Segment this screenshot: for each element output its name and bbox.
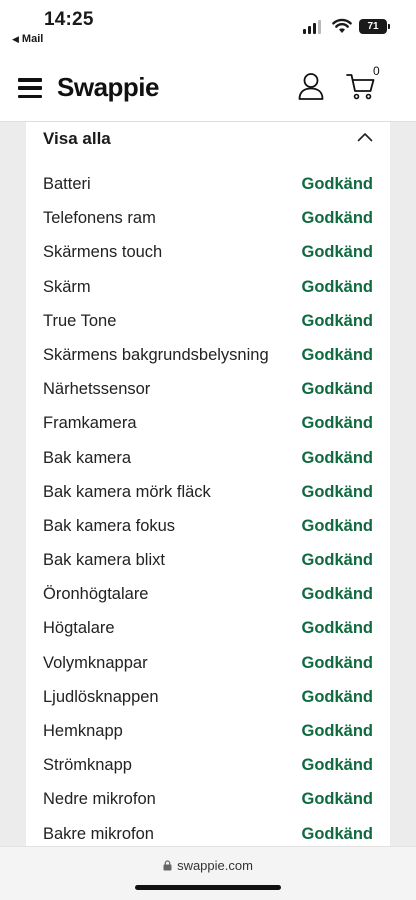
check-row: Bakre mikrofon Godkänd bbox=[26, 819, 390, 846]
check-row: Telefonens ram Godkänd bbox=[26, 203, 390, 237]
check-label: Bak kamera fokus bbox=[43, 516, 176, 535]
check-status: Godkänd bbox=[301, 790, 373, 809]
check-label: Skärm bbox=[43, 277, 91, 296]
show-all-toggle[interactable]: Visa alla bbox=[26, 122, 390, 154]
check-status: Godkänd bbox=[301, 585, 373, 604]
check-label: Batteri bbox=[43, 175, 91, 193]
url-text: swappie.com bbox=[177, 858, 253, 873]
check-row: Skärmens touch Godkänd bbox=[26, 237, 390, 271]
check-status: Godkänd bbox=[301, 824, 373, 843]
check-label: Bak kamera bbox=[43, 448, 132, 467]
check-row: Högtalare Godkänd bbox=[26, 613, 390, 647]
status-time: 14:25 bbox=[44, 9, 94, 30]
check-label: Bak kamera mörk fläck bbox=[43, 482, 211, 501]
check-label: Hemknapp bbox=[43, 722, 123, 740]
check-status: Godkänd bbox=[301, 551, 373, 570]
check-status: Godkänd bbox=[301, 311, 373, 330]
check-row: Ljudlösknappen Godkänd bbox=[26, 682, 390, 716]
check-label: Högtalare bbox=[43, 619, 115, 638]
check-status: Godkänd bbox=[301, 482, 373, 501]
check-row: Volymknappar Godkänd bbox=[26, 648, 390, 682]
check-row: True Tone Godkänd bbox=[26, 306, 390, 340]
check-label: Skärmens touch bbox=[43, 243, 163, 262]
inspection-card: Visa alla Batteri Godkänd Telefonens ram… bbox=[26, 122, 390, 846]
check-status: Godkänd bbox=[301, 175, 373, 193]
check-status: Godkänd bbox=[301, 516, 373, 535]
back-arrow-icon: ◀ bbox=[12, 33, 19, 44]
home-indicator[interactable] bbox=[135, 885, 281, 890]
battery-level: 71 bbox=[367, 21, 379, 32]
check-label: Telefonens ram bbox=[43, 209, 156, 228]
check-status: Godkänd bbox=[301, 380, 373, 399]
check-row: Hemknapp Godkänd bbox=[26, 716, 390, 750]
battery-icon: 71 bbox=[359, 19, 390, 34]
check-status: Godkänd bbox=[301, 277, 373, 296]
browser-bottom-bar: swappie.com bbox=[0, 846, 416, 900]
chevron-up-icon[interactable] bbox=[357, 132, 373, 142]
check-row: Bak kamera fokus Godkänd bbox=[26, 511, 390, 545]
check-label: Närhetssensor bbox=[43, 380, 151, 399]
check-status: Godkänd bbox=[301, 414, 373, 433]
site-logo[interactable]: Swappie bbox=[57, 72, 159, 103]
check-label: Bak kamera blixt bbox=[43, 551, 165, 570]
check-row: Nedre mikrofon Godkänd bbox=[26, 784, 390, 818]
check-status: Godkänd bbox=[301, 687, 373, 706]
check-label: Ljudlösknappen bbox=[43, 687, 159, 706]
check-status: Godkänd bbox=[301, 209, 373, 228]
user-icon[interactable] bbox=[298, 72, 324, 100]
check-row: Framkamera Godkänd bbox=[26, 408, 390, 442]
back-to-app-link[interactable]: ◀ Mail bbox=[12, 33, 43, 45]
check-label: Öronhögtalare bbox=[43, 585, 149, 604]
check-row: Bak kamera blixt Godkänd bbox=[26, 545, 390, 579]
hamburger-icon[interactable] bbox=[18, 78, 42, 98]
check-status: Godkänd bbox=[301, 619, 373, 638]
check-label: True Tone bbox=[43, 311, 117, 330]
check-row: Öronhögtalare Godkänd bbox=[26, 579, 390, 613]
check-status: Godkänd bbox=[301, 756, 373, 775]
check-row: Skärmens bakgrundsbelysning Godkänd bbox=[26, 340, 390, 374]
check-row: Batteri Godkänd bbox=[26, 169, 390, 203]
check-status: Godkänd bbox=[301, 448, 373, 467]
cart-icon[interactable] bbox=[346, 72, 376, 100]
check-list: Batteri Godkänd Telefonens ram Godkänd S… bbox=[26, 169, 390, 846]
check-status: Godkänd bbox=[301, 653, 373, 672]
lock-icon bbox=[163, 860, 172, 871]
check-row: Närhetssensor Godkänd bbox=[26, 374, 390, 408]
section-title: Visa alla bbox=[43, 129, 111, 148]
check-status: Godkänd bbox=[301, 722, 373, 740]
check-row: Strömknapp Godkänd bbox=[26, 750, 390, 784]
check-row: Bak kamera mörk fläck Godkänd bbox=[26, 477, 390, 511]
check-label: Strömknapp bbox=[43, 756, 132, 775]
back-app-label: Mail bbox=[21, 33, 44, 45]
check-row: Skärm Godkänd bbox=[26, 272, 390, 306]
cellular-signal-icon bbox=[303, 20, 323, 34]
site-header: Swappie 0 bbox=[0, 52, 416, 122]
check-label: Bakre mikrofon bbox=[43, 824, 154, 843]
address-bar[interactable]: swappie.com bbox=[0, 858, 416, 873]
check-label: Nedre mikrofon bbox=[43, 790, 156, 809]
status-bar: 14:25 ◀ Mail 71 bbox=[0, 0, 416, 52]
check-row: Bak kamera Godkänd bbox=[26, 443, 390, 477]
check-label: Volymknappar bbox=[43, 653, 148, 672]
wifi-icon bbox=[332, 18, 352, 33]
check-label: Skärmens bakgrundsbelysning bbox=[43, 345, 269, 364]
check-status: Godkänd bbox=[301, 243, 373, 262]
check-status: Godkänd bbox=[301, 345, 373, 364]
check-label: Framkamera bbox=[43, 414, 137, 433]
cart-count-badge: 0 bbox=[373, 64, 380, 78]
